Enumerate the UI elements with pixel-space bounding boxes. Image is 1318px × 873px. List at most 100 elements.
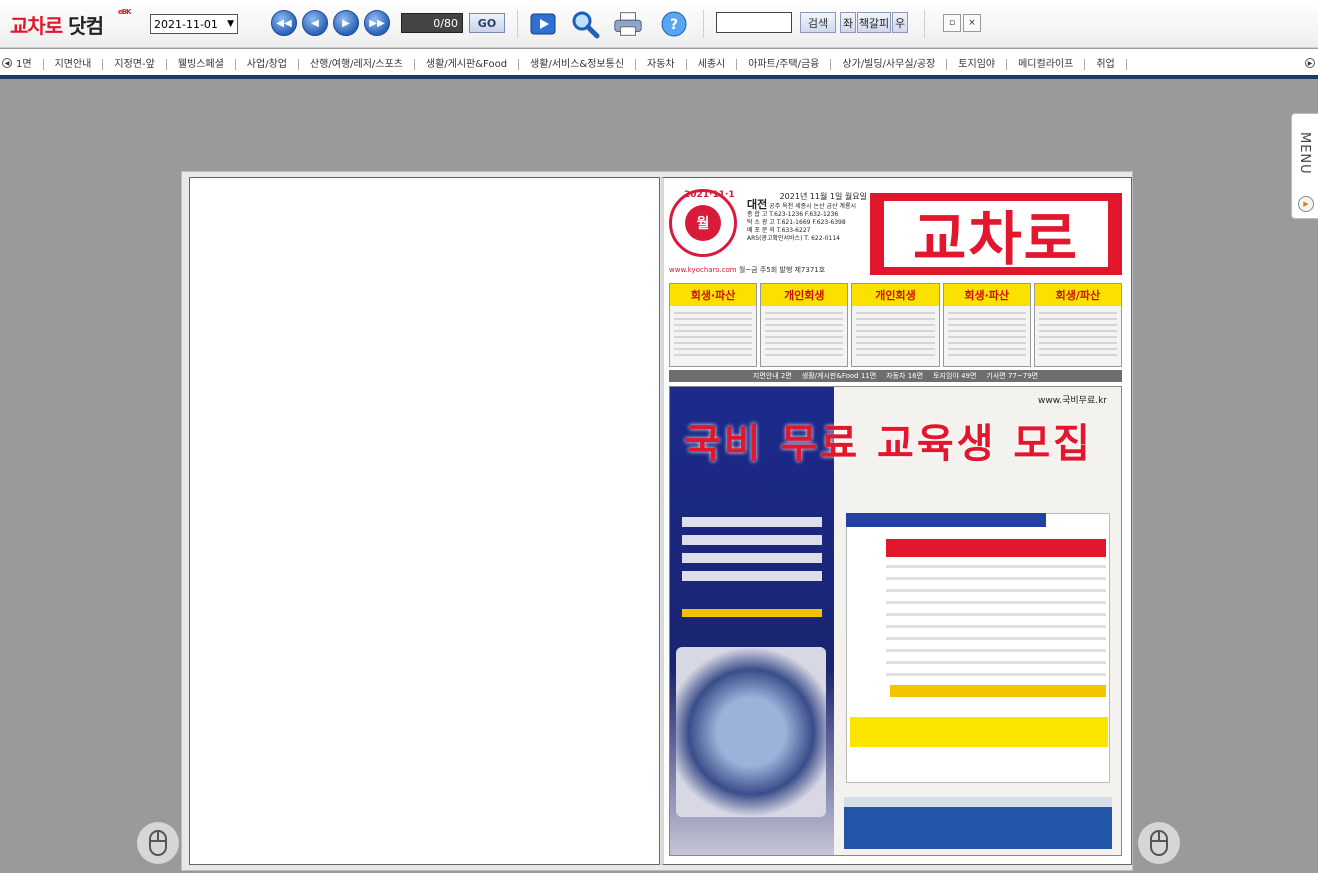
- mouse-icon: [149, 830, 167, 856]
- section-scroll-left-button[interactable]: ◀: [2, 58, 12, 68]
- ad-text-block: [682, 517, 822, 589]
- logo-suffix: 닷컴: [62, 14, 104, 38]
- search-button[interactable]: 검색: [800, 12, 836, 33]
- front-page-ads: 회생·파산 개인회생 개인회생 회생·파산 회생/파산: [669, 283, 1123, 367]
- section-tab[interactable]: 생활/서비스&정보통신: [519, 59, 637, 70]
- front-page-ad: 회생·파산: [669, 283, 758, 367]
- play-icon: ▶: [1298, 196, 1314, 212]
- ad-body: [1038, 312, 1118, 360]
- seal-day: 월: [685, 205, 721, 241]
- section-navigation: ◀ 1면 지면안내 지정면-앞 웰빙스페셜 사업/창업 산행/여행/레저/스포츠 생활/게시…: [0, 49, 1318, 79]
- ad-body: [765, 312, 844, 360]
- ad-title: 회생/파산: [1034, 284, 1122, 306]
- double-right-arrow-icon: ▶▶: [369, 17, 385, 29]
- right-page-button[interactable]: 우: [892, 12, 908, 33]
- logo-brand: 교차로: [10, 14, 63, 38]
- newspaper-title: 교차로: [884, 201, 1108, 273]
- section-tab[interactable]: 메디컬라이프: [1007, 59, 1086, 70]
- top-toolbar: 교차로 닷컴 eBK 2021-11-01 ▼ ◀◀ ◀ ▶ ▶▶ 0/80 G…: [0, 0, 1318, 48]
- left-page-button[interactable]: 좌: [840, 12, 856, 33]
- logo-superscript: eBK: [118, 8, 131, 16]
- newspaper-title-box: 교차로: [870, 193, 1122, 275]
- zoom-button[interactable]: [569, 8, 601, 40]
- ad-info-title: [846, 513, 1046, 527]
- section-tab[interactable]: 자동차: [636, 59, 687, 70]
- first-page-button[interactable]: ◀◀: [271, 10, 297, 36]
- logo[interactable]: 교차로 닷컴 eBK: [10, 8, 131, 39]
- phone-line: 배 포 문 의 T.633-6227: [747, 227, 811, 234]
- magnifier-icon: [572, 11, 600, 39]
- left-arrow-icon: ◀: [4, 59, 10, 67]
- ad-title: 개인회생: [852, 284, 939, 306]
- bookmark-button[interactable]: 책갈피: [857, 12, 891, 33]
- front-page-ad: 개인회생: [851, 283, 940, 367]
- search-input[interactable]: [716, 12, 792, 33]
- left-arrow-icon: ◀: [311, 17, 319, 29]
- section-tab[interactable]: 웰빙스페셜: [167, 59, 236, 70]
- section-tab[interactable]: 사업/창업: [236, 59, 299, 70]
- toolbar-divider: [703, 10, 704, 38]
- newspaper-masthead: 2021·11·1 월 2021년 11월 1일 월요일 대전 공주 옥천 세종…: [669, 187, 1122, 277]
- phone-line: 종 합 고 T.623-1236 F.632-1236: [747, 211, 839, 218]
- page-indicator[interactable]: 0/80: [401, 13, 463, 33]
- go-button[interactable]: GO: [469, 13, 505, 33]
- ad-info-lines: [886, 565, 1106, 685]
- newspaper-url: www.kyocharo.com: [669, 266, 737, 274]
- ad-info-highlight: [890, 685, 1106, 697]
- phone-line: ARS(광고확인서비스) T. 622-0114: [747, 235, 840, 242]
- section-tab[interactable]: 지정면-앞: [103, 59, 167, 70]
- index-entry: 생활/게시판&Food 11면: [801, 372, 877, 380]
- side-menu-label: MENU: [1297, 132, 1312, 175]
- section-tab[interactable]: 상가/빌딩/사무실/공장: [831, 59, 948, 70]
- print-button[interactable]: [612, 8, 644, 40]
- front-page-ad: 회생/파산: [1033, 283, 1123, 367]
- index-entry: 지면안내 2면: [752, 372, 792, 380]
- section-tab[interactable]: 취업: [1085, 59, 1127, 70]
- section-tab[interactable]: 생활/게시판&Food: [415, 59, 520, 70]
- section-tab[interactable]: 토지임야: [947, 59, 1008, 70]
- masthead-info: 2021년 11월 1일 월요일 대전 공주 옥천 세종시 논산 금산 계룡시 …: [747, 193, 867, 243]
- mouse-icon: [1150, 830, 1168, 856]
- chevron-down-icon: ▼: [227, 19, 234, 29]
- help-button[interactable]: ?: [658, 8, 690, 40]
- ad-machine-image: [676, 647, 826, 817]
- svg-text:?: ?: [670, 17, 678, 33]
- index-entry: 토지임야 49면: [933, 372, 977, 380]
- ad-info-banner: [886, 539, 1106, 557]
- section-list: 1면 지면안내 지정면-앞 웰빙스페셜 사업/창업 산행/여행/레저/스포츠 생활/게시판&…: [14, 59, 1127, 70]
- front-page-ad: 회생·파산: [942, 283, 1031, 367]
- toolbar-divider: [517, 10, 518, 38]
- right-arrow-icon: ▶: [342, 17, 350, 29]
- section-tab[interactable]: 세종시: [687, 59, 738, 70]
- left-page[interactable]: [189, 177, 660, 865]
- date-seal: 2021·11·1 월: [669, 189, 737, 257]
- last-page-button[interactable]: ▶▶: [364, 10, 390, 36]
- section-tab[interactable]: 아파트/주택/금융: [737, 59, 832, 70]
- ad-website: www.국비무료.kr: [1037, 396, 1107, 406]
- main-city: 대전: [747, 198, 768, 211]
- prev-page-button[interactable]: ◀: [302, 10, 328, 36]
- ad-highlight: [682, 609, 822, 617]
- next-page-mouse-button[interactable]: [1138, 822, 1180, 864]
- section-tab[interactable]: 지면안내: [44, 59, 104, 70]
- close-window-button[interactable]: ×: [963, 14, 981, 32]
- prev-page-mouse-button[interactable]: [137, 822, 179, 864]
- slideshow-icon: [530, 13, 556, 35]
- front-page-ad: 개인회생: [760, 283, 849, 367]
- section-scroll-right-button[interactable]: ▶: [1305, 58, 1315, 68]
- ad-body: [674, 312, 753, 360]
- index-entry: 기사면 77~79면: [986, 372, 1039, 380]
- side-menu-tab[interactable]: MENU ▶: [1291, 113, 1318, 219]
- phone-line: 탁 소 광 고 T.621-1669 F.623-6398: [747, 219, 846, 226]
- printer-icon: [614, 12, 642, 36]
- ad-headline: 국비 무료 교육생 모집: [684, 421, 1093, 467]
- section-tab[interactable]: 1면: [14, 59, 44, 70]
- section-tab[interactable]: 산행/여행/레저/스포츠: [299, 59, 415, 70]
- restore-window-button[interactable]: ▫: [943, 14, 961, 32]
- seal-ring-text: 2021·11·1: [684, 190, 735, 200]
- ad-body: [856, 312, 935, 360]
- issue-date-select[interactable]: 2021-11-01 ▼: [150, 14, 238, 34]
- ad-body: [947, 312, 1026, 360]
- next-page-button[interactable]: ▶: [333, 10, 359, 36]
- slideshow-button[interactable]: [527, 8, 559, 40]
